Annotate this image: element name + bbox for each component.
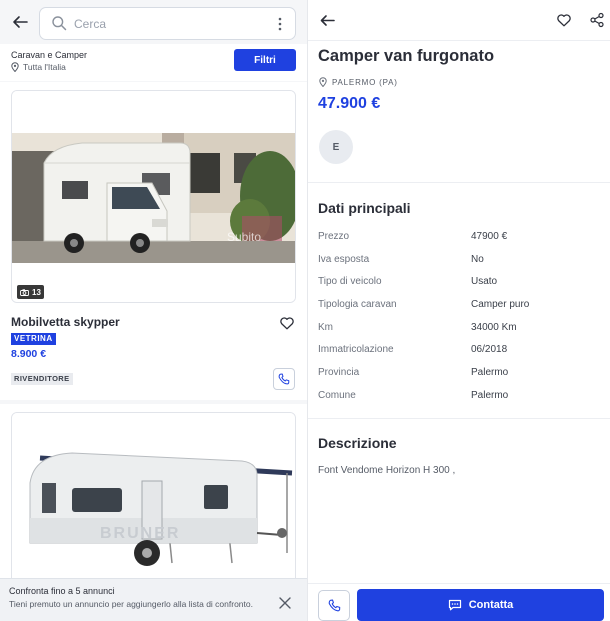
spec-row: Provincia Palermo bbox=[318, 364, 598, 387]
spec-label: Tipo di veicolo bbox=[318, 276, 382, 288]
spec-value: 34000 Km bbox=[471, 321, 517, 333]
search-input[interactable] bbox=[74, 14, 264, 34]
spec-label: Prezzo bbox=[318, 231, 350, 242]
camper-photo-illustration: Subito bbox=[12, 91, 295, 302]
phone-icon bbox=[278, 373, 290, 385]
spec-value: Camper puro bbox=[471, 299, 530, 311]
spec-row: Comune Palermo bbox=[318, 387, 598, 410]
main-data-heading: Dati principali bbox=[318, 200, 411, 216]
listing-location: PALERMO (PA) bbox=[319, 77, 398, 87]
call-button[interactable] bbox=[318, 590, 350, 621]
section-divider bbox=[308, 418, 610, 419]
energy-class-badge: E bbox=[319, 130, 353, 164]
description-text: Font Vendome Horizon H 300 , bbox=[318, 465, 456, 476]
compare-title: Confronta fino a 5 annunci bbox=[9, 586, 115, 596]
camera-icon bbox=[20, 288, 29, 296]
back-arrow-icon[interactable] bbox=[11, 13, 29, 31]
filter-button[interactable]: Filtri bbox=[234, 49, 296, 71]
spec-row: Iva esposta No bbox=[318, 251, 598, 274]
location-label: Tutta l'Italia bbox=[23, 62, 66, 72]
heart-icon[interactable] bbox=[279, 315, 295, 331]
spec-value: 06/2018 bbox=[471, 344, 508, 356]
compare-hint: Tieni premuto un annuncio per aggiungerl… bbox=[9, 599, 253, 609]
detail-header bbox=[308, 0, 610, 41]
listing-price: 8.900 € bbox=[11, 348, 47, 360]
search-results-pane: Caravan e Camper Tutta l'Italia Filtri bbox=[0, 0, 307, 621]
spec-row: Immatricolazione 06/2018 bbox=[318, 341, 598, 364]
chat-icon bbox=[448, 599, 461, 611]
spec-label: Km bbox=[318, 321, 333, 333]
location-pin-icon bbox=[11, 62, 19, 72]
spec-row: Km 34000 Km bbox=[318, 319, 598, 342]
listing-price: 47.900 € bbox=[318, 95, 381, 112]
vetrina-badge: VETRINA bbox=[11, 333, 56, 345]
spec-label: Immatricolazione bbox=[318, 344, 394, 356]
seller-type-badge: RIVENDITORE bbox=[11, 373, 73, 385]
photo-count: 13 bbox=[32, 287, 41, 297]
listing-title: Camper van furgonato bbox=[318, 47, 495, 65]
search-top-bar bbox=[0, 0, 307, 44]
location-text: PALERMO (PA) bbox=[332, 77, 398, 87]
spec-label: Tipologia caravan bbox=[318, 299, 397, 311]
kebab-menu-icon[interactable] bbox=[273, 16, 287, 32]
spec-row: Prezzo 47900 € bbox=[318, 228, 598, 251]
spec-value: Palermo bbox=[471, 389, 509, 401]
contact-button-label: Contatta bbox=[468, 599, 514, 611]
heart-icon[interactable] bbox=[556, 12, 572, 28]
spec-value: No bbox=[471, 253, 484, 265]
listing-detail-pane: Camper van furgonato PALERMO (PA) 47.900… bbox=[308, 0, 610, 621]
compare-bar: Confronta fino a 5 annunci Tieni premuto… bbox=[0, 578, 307, 621]
share-icon[interactable] bbox=[589, 12, 605, 28]
location-pin-icon bbox=[319, 77, 327, 87]
photo-watermark: Subito bbox=[227, 230, 261, 244]
back-arrow-icon[interactable] bbox=[319, 12, 336, 29]
description-heading: Descrizione bbox=[318, 435, 397, 451]
spec-value: Usato bbox=[471, 276, 498, 288]
spec-label: Provincia bbox=[318, 367, 360, 379]
section-divider bbox=[308, 182, 610, 183]
spec-row: Tipologia caravan Camper puro bbox=[318, 296, 598, 319]
phone-icon bbox=[328, 599, 340, 612]
search-icon bbox=[52, 16, 67, 31]
contact-footer: Contatta bbox=[308, 583, 610, 621]
listing-title[interactable]: Mobilvetta skypper bbox=[11, 315, 120, 329]
call-button[interactable] bbox=[273, 368, 295, 390]
listing-photo[interactable]: Subito 13 bbox=[11, 90, 296, 303]
close-icon[interactable] bbox=[279, 597, 291, 609]
spec-value: Palermo bbox=[471, 367, 509, 379]
spec-value: 47900 € bbox=[471, 231, 508, 242]
location-selector[interactable]: Tutta l'Italia bbox=[11, 62, 66, 72]
spec-label: Iva esposta bbox=[318, 253, 370, 265]
photo-count-badge: 13 bbox=[17, 285, 44, 299]
contact-button[interactable]: Contatta bbox=[357, 589, 604, 621]
specs-table: Prezzo 47900 € Iva esposta No Tipo di veic… bbox=[318, 228, 598, 410]
filter-bar: Caravan e Camper Tutta l'Italia Filtri bbox=[0, 44, 307, 81]
category-label[interactable]: Caravan e Camper bbox=[11, 50, 87, 60]
spec-label: Comune bbox=[318, 389, 356, 401]
listing-card[interactable]: Subito 13 Mobilvetta skypper VETRINA 8.9… bbox=[0, 82, 307, 400]
spec-row: Tipo di veicolo Usato bbox=[318, 273, 598, 296]
search-box[interactable] bbox=[39, 7, 296, 40]
caravan-brand-lettering: BRUNER bbox=[100, 525, 180, 542]
